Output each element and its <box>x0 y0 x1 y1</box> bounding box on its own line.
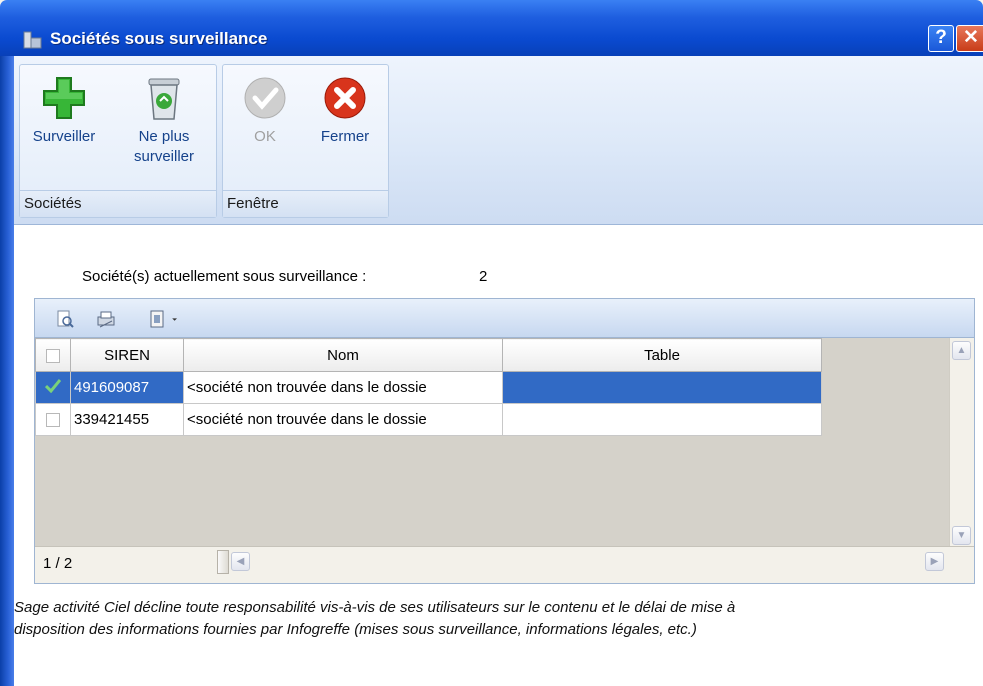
siren-cell[interactable]: 339421455 <box>70 403 184 436</box>
companies-grid: SIREN Nom Table 491609087 <société non t… <box>34 298 975 584</box>
grid-statusbar: 1 / 2 ◀ ▶ <box>35 546 974 583</box>
grid-toolbar <box>35 299 974 338</box>
ne-plus-surveiller-label: Ne plus surveiller <box>133 128 194 165</box>
checkmark-icon[interactable] <box>44 378 62 393</box>
close-window-button[interactable]: ✕ <box>956 25 983 52</box>
header-siren[interactable]: SIREN <box>70 338 184 372</box>
window-title: Sociétés sous surveillance <box>50 29 268 48</box>
preview-icon[interactable] <box>55 309 75 329</box>
page-indicator: 1 / 2 <box>43 555 73 572</box>
row-checkbox-cell[interactable] <box>35 371 71 404</box>
ne-plus-surveiller-button[interactable]: Ne plus surveiller <box>120 71 208 167</box>
dialog-content: Société(s) actuellement sous surveillanc… <box>14 225 983 686</box>
dialog-window: Sociétés sous surveillance ? ✕ Surveille… <box>0 0 983 686</box>
check-icon <box>244 77 286 119</box>
export-icon[interactable] <box>147 309 167 329</box>
surveiller-button[interactable]: Surveiller <box>24 71 104 147</box>
table-row[interactable]: 491609087 <société non trouvée dans le d… <box>35 371 822 404</box>
row-checkbox[interactable] <box>46 413 60 428</box>
scroll-right-icon[interactable]: ▶ <box>925 552 944 571</box>
close-red-icon <box>324 77 366 119</box>
fermer-label: Fermer <box>320 128 370 145</box>
chevron-down-icon[interactable] <box>171 309 183 329</box>
group-label-societes: Sociétés <box>20 190 216 217</box>
fermer-button[interactable]: Fermer <box>305 71 385 147</box>
disclaimer-text: Sage activité Ciel décline toute respons… <box>14 597 974 641</box>
scroll-down-icon[interactable]: ▼ <box>952 526 971 545</box>
header-nom[interactable]: Nom <box>183 338 503 372</box>
help-button[interactable]: ? <box>928 25 954 52</box>
recycle-bin-icon <box>148 78 180 120</box>
surveiller-label: Surveiller <box>32 128 96 145</box>
window-app-icon <box>23 31 42 49</box>
table-cell[interactable] <box>502 371 822 404</box>
select-all-checkbox[interactable] <box>46 348 60 363</box>
vertical-scrollbar[interactable]: ▲ ▼ <box>949 338 974 548</box>
window-left-border <box>0 56 14 686</box>
surveillance-count-label: Société(s) actuellement sous surveillanc… <box>82 268 367 285</box>
ok-label: OK <box>254 128 276 145</box>
surveillance-count-value: 2 <box>479 268 488 285</box>
plus-icon <box>43 77 85 119</box>
ribbon: Surveiller Ne plus surveiller Sociétés O… <box>14 56 983 225</box>
header-select-all[interactable] <box>35 338 71 372</box>
disclaimer-line-2: disposition des informations fournies pa… <box>14 621 697 638</box>
ok-button[interactable]: OK <box>225 71 305 147</box>
nom-cell[interactable]: <société non trouvée dans le dossie <box>183 371 503 404</box>
scroll-left-icon[interactable]: ◀ <box>231 552 250 571</box>
header-table[interactable]: Table <box>502 338 822 372</box>
group-label-fenetre: Fenêtre <box>223 190 388 217</box>
print-icon[interactable] <box>96 309 116 329</box>
siren-cell[interactable]: 491609087 <box>70 371 184 404</box>
nom-cell[interactable]: <société non trouvée dans le dossie <box>183 403 503 436</box>
disclaimer-line-1: Sage activité Ciel décline toute respons… <box>14 599 736 616</box>
table-cell[interactable] <box>502 403 822 436</box>
scroll-up-icon[interactable]: ▲ <box>952 341 971 360</box>
horizontal-scroll-thumb[interactable] <box>217 550 229 574</box>
row-checkbox-cell[interactable] <box>35 403 71 436</box>
table-row[interactable]: 339421455 <société non trouvée dans le d… <box>35 403 822 436</box>
companies-table: SIREN Nom Table 491609087 <société non t… <box>35 338 822 436</box>
title-bar[interactable]: Sociétés sous surveillance ? ✕ <box>0 0 983 56</box>
table-header-row: SIREN Nom Table <box>35 338 822 372</box>
ribbon-group-fenetre: OK Fermer Fenêtre <box>222 64 389 218</box>
ribbon-group-societes: Surveiller Ne plus surveiller Sociétés <box>19 64 217 218</box>
